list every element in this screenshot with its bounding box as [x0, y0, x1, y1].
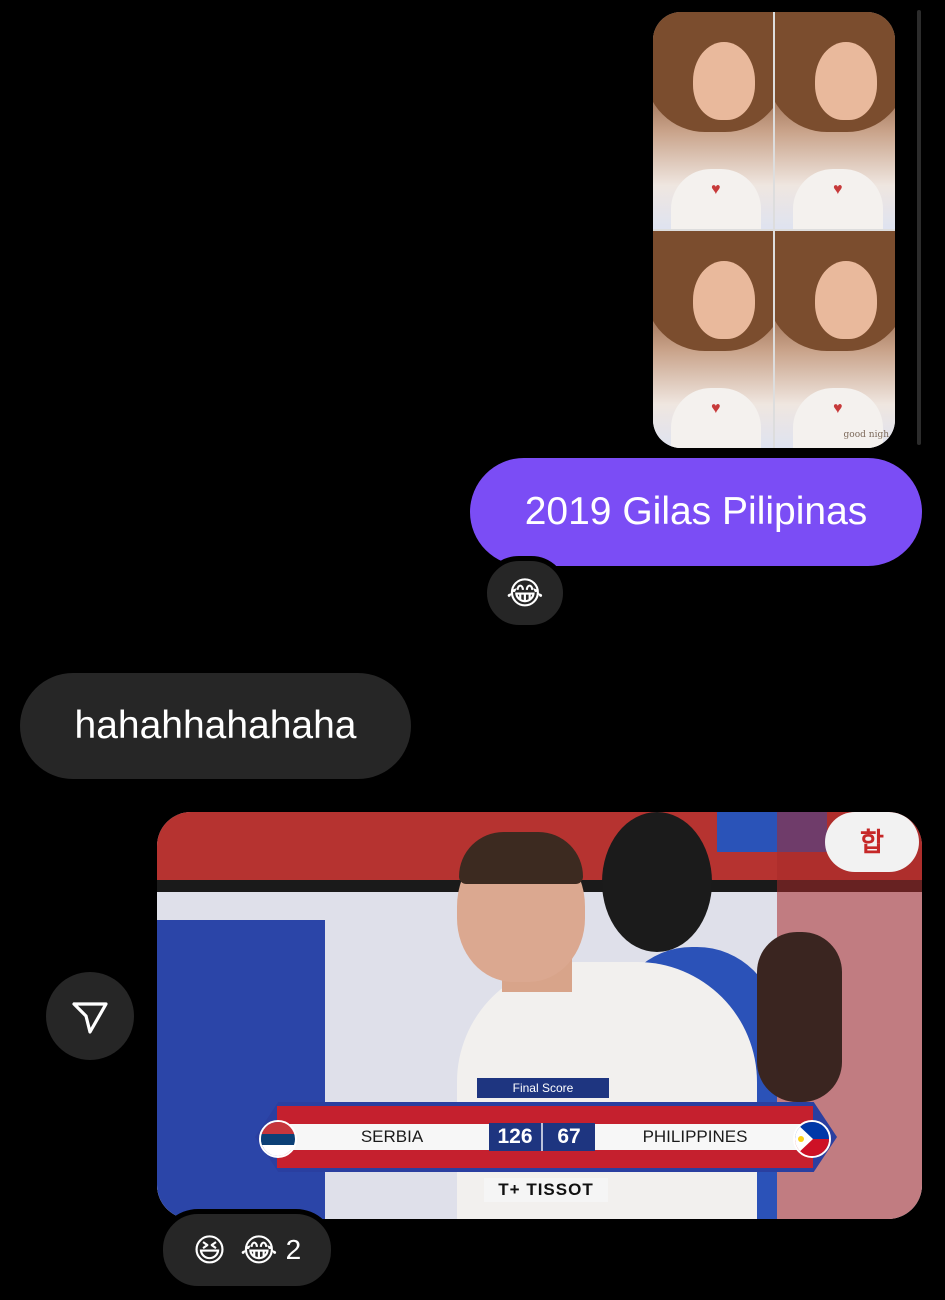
sponsor-logo: T+ TISSOT: [484, 1178, 608, 1202]
reaction-count: 2: [285, 1234, 302, 1265]
photo-tile-3: ♥: [653, 231, 773, 448]
home-team-name: SERBIA: [360, 1127, 424, 1146]
sponsor-name: TISSOT: [526, 1180, 594, 1199]
arena-sign: 합: [825, 812, 919, 872]
final-score-label: Final Score: [477, 1078, 609, 1098]
philippines-flag-icon: [793, 1120, 831, 1158]
message-reaction[interactable]: 😂: [482, 556, 568, 630]
home-score: 126: [497, 1125, 533, 1148]
share-button[interactable]: [46, 972, 134, 1060]
send-icon: [72, 1002, 108, 1034]
photo-tile-2: ♥: [775, 12, 895, 229]
away-team-name: PHILIPPINES: [642, 1127, 748, 1146]
photo-tile-1: ♥: [653, 12, 773, 229]
image-reactions[interactable]: 😆 😂 2: [158, 1209, 336, 1291]
incoming-message-text: hahahhahahaha: [74, 704, 357, 747]
laughing-tears-emoji-icon: 😂: [506, 574, 544, 612]
incoming-message-bubble[interactable]: hahahhahahaha: [20, 673, 411, 779]
away-score: 67: [557, 1125, 581, 1148]
grinning-squint-emoji-icon: 😆: [192, 1231, 227, 1269]
photo-collage-message[interactable]: ♥ ♥ ♥ ♥ good nigh: [653, 12, 895, 448]
scrollbar[interactable]: [917, 10, 921, 445]
score-box: 126 67: [489, 1123, 595, 1151]
outgoing-message-text: 2019 Gilas Pilipinas: [524, 490, 868, 533]
laughing-tears-emoji-icon: 😂: [240, 1231, 278, 1269]
sponsor-mark: T+: [498, 1180, 521, 1199]
serbia-flag-icon: [259, 1120, 297, 1158]
outgoing-message-bubble[interactable]: 2019 Gilas Pilipinas: [470, 458, 922, 566]
photo-tile-4: ♥ good nigh: [775, 231, 895, 448]
photo-caption-overlay: good nigh: [843, 430, 889, 440]
image-message[interactable]: 합 Final Score SERBIA 126 67 PHILIPPINES …: [157, 812, 922, 1219]
